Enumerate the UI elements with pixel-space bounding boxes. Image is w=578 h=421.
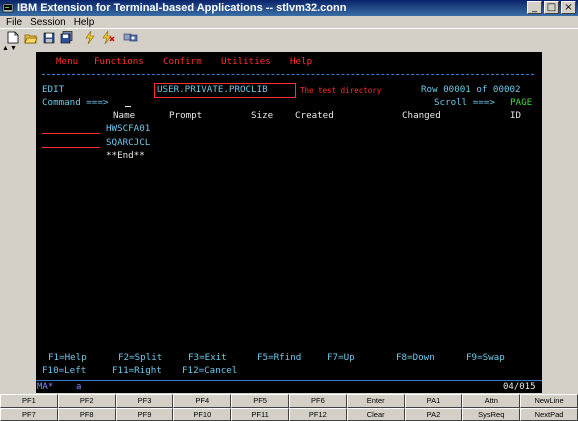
column-prompt: Prompt <box>169 110 203 121</box>
settings-icon[interactable] <box>122 30 139 46</box>
pf6-button[interactable]: PF6 <box>288 394 347 408</box>
menu-session[interactable]: Session <box>26 17 70 28</box>
fkey-f8: F8=Down <box>396 352 435 363</box>
disconnect-icon[interactable] <box>99 30 116 46</box>
app-window: IBM Extension for Terminal-based Applica… <box>0 0 578 421</box>
clear-button[interactable]: Clear <box>346 407 405 421</box>
open-icon[interactable] <box>22 30 39 46</box>
fkey-f2: F2=Split <box>118 352 163 363</box>
row-info: Row 00001 of 00002 <box>421 84 521 95</box>
enter-button[interactable]: Enter <box>346 394 405 408</box>
pf-key-pad: PF1 PF2 PF3 PF4 PF5 PF6 Enter PA1 Attn N… <box>0 394 578 421</box>
toolbar-collapse-arrows[interactable]: ▲ ▼ <box>2 45 17 53</box>
column-size: Size <box>251 110 274 121</box>
save-all-icon[interactable] <box>58 30 75 46</box>
line-command-field[interactable] <box>42 133 100 134</box>
member-row[interactable]: HWSCFA01 <box>106 123 150 134</box>
fkey-f1: F1=Help <box>48 352 87 363</box>
nextpad-button[interactable]: NextPad <box>520 407 578 421</box>
ibm-app-icon <box>2 2 14 14</box>
command-input[interactable] <box>125 106 131 107</box>
menu-file[interactable]: File <box>2 17 26 28</box>
column-id: ID <box>510 110 522 121</box>
ispf-menu-functions[interactable]: Functions <box>94 56 144 67</box>
pf4-button[interactable]: PF4 <box>173 394 232 408</box>
terminal-screen[interactable]: Menu Functions Confirm Utilities Help ED… <box>36 52 542 380</box>
pf9-button[interactable]: PF9 <box>115 407 174 421</box>
ispf-menu-help[interactable]: Help <box>290 56 312 67</box>
menu-bar: File Session Help <box>0 16 578 28</box>
fkey-f3: F3=Exit <box>188 352 227 363</box>
pf2-button[interactable]: PF2 <box>57 394 116 408</box>
column-name: Name <box>113 110 136 121</box>
connect-icon[interactable] <box>81 30 98 46</box>
pf1-button[interactable]: PF1 <box>0 394 58 408</box>
attn-button[interactable]: Attn <box>462 394 521 408</box>
title-bar: IBM Extension for Terminal-based Applica… <box>0 0 578 16</box>
dataset-annotation: The test directory <box>300 86 382 95</box>
pf12-button[interactable]: PF12 <box>288 407 347 421</box>
pf10-button[interactable]: PF10 <box>173 407 232 421</box>
toolbar <box>0 28 578 46</box>
window-title: IBM Extension for Terminal-based Applica… <box>17 2 347 14</box>
fkey-f5: F5=Rfind <box>257 352 302 363</box>
command-label: Command ===> <box>42 97 109 108</box>
pf7-button[interactable]: PF7 <box>0 407 58 421</box>
pa1-button[interactable]: PA1 <box>404 394 463 408</box>
cursor-position: 04/015 <box>503 382 536 392</box>
new-icon[interactable] <box>4 30 21 46</box>
scroll-label: Scroll ===> <box>434 97 495 108</box>
save-icon[interactable] <box>40 30 57 46</box>
pf11-button[interactable]: PF11 <box>231 407 289 421</box>
panel-mode: EDIT <box>42 84 65 95</box>
ispf-menu-utilities[interactable]: Utilities <box>221 56 271 67</box>
fkey-f10: F10=Left <box>42 365 87 376</box>
fkey-f12: F12=Cancel <box>182 365 238 376</box>
line-command-field[interactable] <box>42 147 100 148</box>
maximize-button[interactable]: □ <box>544 1 559 14</box>
column-changed: Changed <box>402 110 441 121</box>
pf3-button[interactable]: PF3 <box>115 394 174 408</box>
status-indicator: MA* <box>37 382 54 392</box>
scroll-value[interactable]: PAGE <box>510 97 532 108</box>
newline-button[interactable]: NewLine <box>520 394 578 408</box>
end-marker: **End** <box>106 150 145 161</box>
pf8-button[interactable]: PF8 <box>57 407 116 421</box>
dataset-name: USER.PRIVATE.PROCLIB <box>157 84 268 95</box>
pa2-button[interactable]: PA2 <box>404 407 463 421</box>
menu-help[interactable]: Help <box>70 17 99 28</box>
close-button[interactable]: × <box>561 1 576 14</box>
fkey-f9: F9=Swap <box>466 352 505 363</box>
sysreq-button[interactable]: SysReq <box>462 407 521 421</box>
pf5-button[interactable]: PF5 <box>231 394 289 408</box>
collapse-down-icon[interactable]: ▼ <box>10 45 17 53</box>
ispf-menu-menu[interactable]: Menu <box>56 56 78 67</box>
column-created: Created <box>295 110 334 121</box>
operator-info-area: MA* a 04/015 <box>36 380 542 393</box>
menu-divider <box>42 74 534 75</box>
minimize-button[interactable]: _ <box>527 1 542 14</box>
member-row[interactable]: SQARCJCL <box>106 137 150 148</box>
fkey-f11: F11=Right <box>112 365 162 376</box>
ispf-menu-confirm[interactable]: Confirm <box>163 56 202 67</box>
fkey-f7: F7=Up <box>327 352 355 363</box>
collapse-up-icon[interactable]: ▲ <box>2 45 9 53</box>
session-mode: a <box>76 382 82 392</box>
